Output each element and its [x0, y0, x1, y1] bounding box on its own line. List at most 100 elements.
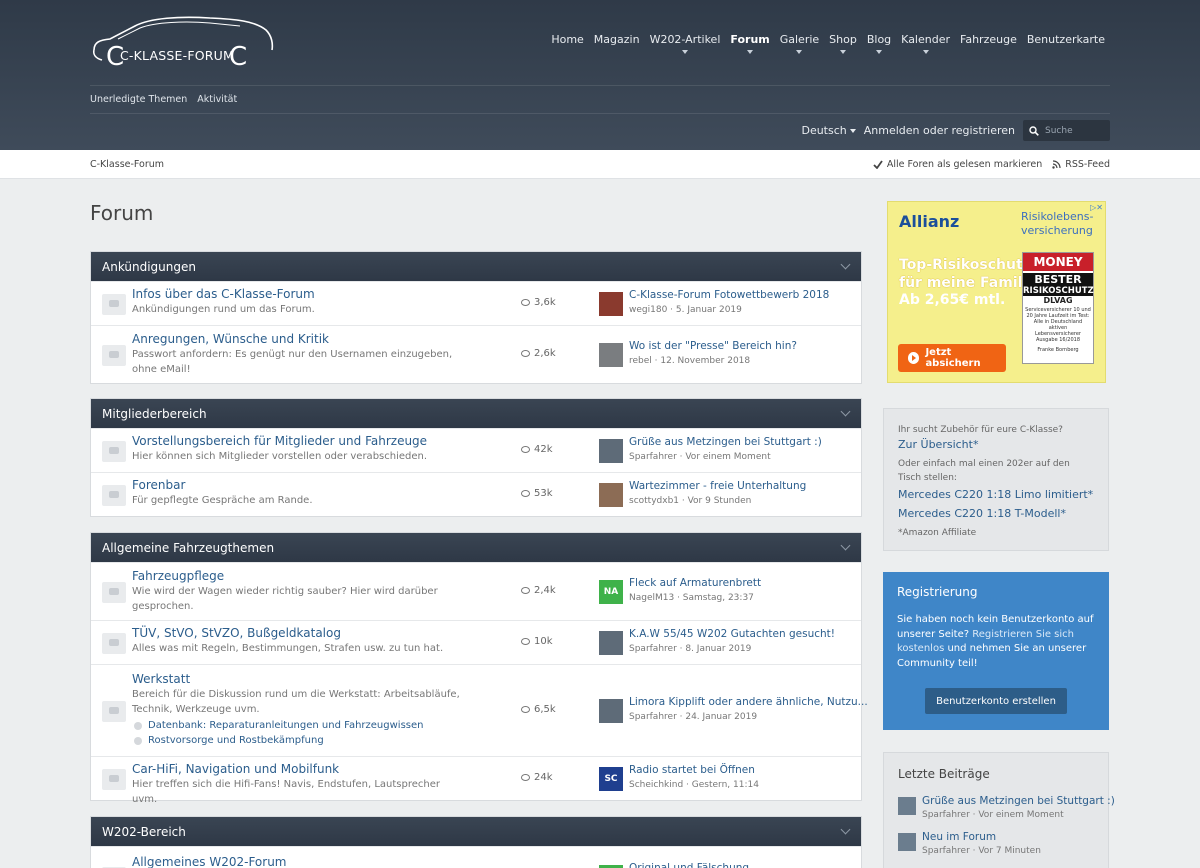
- allianz-ad-banner[interactable]: ▷✕ Allianz Risikolebens- versicherung To…: [887, 201, 1106, 383]
- chevron-down-icon[interactable]: [840, 824, 851, 835]
- category-title[interactable]: Allgemeine Fahrzeugthemen: [102, 541, 274, 555]
- avatar[interactable]: [599, 699, 623, 723]
- chevron-down-icon[interactable]: [796, 50, 803, 54]
- forum-title[interactable]: Car-HiFi, Navigation und Mobilfunk: [132, 762, 339, 776]
- seal-name: DLVAG: [1043, 296, 1073, 305]
- nav-item-kalender[interactable]: Kalender: [896, 33, 955, 54]
- forum-description: Hier können sich Mitglieder vorstellen o…: [132, 451, 428, 462]
- forum-title[interactable]: Forenbar: [132, 478, 185, 492]
- category-header[interactable]: Mitgliederbereich: [91, 399, 861, 428]
- nav-item-fahrzeuge[interactable]: Fahrzeuge: [955, 33, 1022, 54]
- chevron-down-icon[interactable]: [840, 406, 851, 417]
- post-count-value: 2,6k: [534, 348, 556, 359]
- forum-title[interactable]: Infos über das C-Klasse-Forum: [132, 287, 315, 301]
- chevron-down-icon[interactable]: [840, 540, 851, 551]
- login-link[interactable]: Anmelden oder registrieren: [864, 124, 1015, 137]
- subforum-link[interactable]: Rostvorsorge und Rostbekämpfung: [134, 735, 324, 746]
- nav-item-home[interactable]: Home: [546, 33, 588, 54]
- category-title[interactable]: Ankündigungen: [102, 260, 196, 274]
- category-block: W202-Bereich Allgemeines W202-Forum Origin…: [90, 816, 862, 868]
- post-count: 2,4k: [521, 585, 556, 596]
- chevron-down-icon[interactable]: [840, 259, 851, 270]
- last-post-title[interactable]: C-Klasse-Forum Fotowettbewerb 2018: [629, 289, 829, 301]
- forum-icon[interactable]: [102, 345, 126, 366]
- category-title[interactable]: W202-Bereich: [102, 825, 186, 839]
- avatar[interactable]: [599, 631, 623, 655]
- search-input[interactable]: Suche: [1023, 120, 1110, 141]
- forum-icon[interactable]: [102, 633, 126, 654]
- amazon-tmodell-link[interactable]: Mercedes C220 1:18 T-Modell*: [898, 506, 1094, 522]
- forum-title[interactable]: Allgemeines W202-Forum: [132, 855, 286, 868]
- subnav-unresolved-threads[interactable]: Unerledigte Themen: [90, 94, 187, 105]
- chevron-down-icon[interactable]: [876, 50, 882, 54]
- forum-description: Hier treffen sich die Hifi-Fans! Navis, …: [132, 779, 440, 805]
- forum-icon[interactable]: [102, 769, 126, 790]
- avatar[interactable]: SC: [599, 767, 623, 791]
- avatar[interactable]: [599, 439, 623, 463]
- nav-item-shop[interactable]: Shop: [824, 33, 862, 54]
- forum-icon[interactable]: [102, 294, 126, 315]
- create-account-button[interactable]: Benutzerkonto erstellen: [925, 688, 1067, 714]
- last-post-title[interactable]: Limora Kipplift oder andere ähnliche, Nu…: [629, 696, 868, 708]
- language-label: Deutsch: [801, 124, 847, 137]
- last-post-title[interactable]: Grüße aus Metzingen bei Stuttgart :): [629, 436, 822, 448]
- chevron-down-icon[interactable]: [840, 50, 846, 54]
- last-post-title[interactable]: K.A.W 55/45 W202 Gutachten gesucht!: [629, 628, 835, 640]
- forum-icon[interactable]: [102, 441, 126, 462]
- last-post-title[interactable]: Original und Fälschung: [629, 862, 749, 868]
- avatar[interactable]: [599, 343, 623, 367]
- category-header[interactable]: Ankündigungen: [91, 252, 861, 281]
- latest-post[interactable]: Grüße aus Metzingen bei Stuttgart :) Spa…: [898, 795, 1115, 831]
- seal-risk: RISIKOSCHUTZ: [1023, 286, 1094, 296]
- chevron-down-icon[interactable]: [922, 50, 929, 54]
- mark-all-read-link[interactable]: Alle Foren als gelesen markieren: [873, 159, 1042, 170]
- last-post-title[interactable]: Radio startet bei Öffnen: [629, 764, 755, 776]
- forum-title[interactable]: Fahrzeugpflege: [132, 569, 224, 583]
- chevron-down-icon[interactable]: [747, 50, 754, 54]
- avatar[interactable]: [599, 292, 623, 316]
- amazon-overview-link[interactable]: Zur Übersicht*: [898, 437, 1094, 453]
- avatar[interactable]: [599, 483, 623, 507]
- subnav-activity[interactable]: Aktivität: [197, 94, 237, 105]
- nav-item-galerie[interactable]: Galerie: [775, 33, 824, 54]
- latest-posts-title: Letzte Beiträge: [898, 767, 990, 781]
- nav-item-w202-artikel[interactable]: W202-Artikel: [645, 33, 726, 54]
- nav-item-magazin[interactable]: Magazin: [589, 33, 645, 54]
- forum-title[interactable]: Anregungen, Wünsche und Kritik: [132, 332, 329, 346]
- chevron-down-icon[interactable]: [681, 50, 688, 54]
- latest-post-title[interactable]: Grüße aus Metzingen bei Stuttgart :): [922, 795, 1115, 807]
- breadcrumb[interactable]: C-Klasse-Forum: [90, 159, 164, 170]
- language-selector[interactable]: Deutsch: [801, 124, 856, 137]
- post-count-value: 2,4k: [534, 585, 556, 596]
- nav-item-label: Home: [551, 33, 584, 46]
- last-post-title[interactable]: Wartezimmer - freie Unterhaltung: [629, 480, 806, 492]
- last-post-title[interactable]: Fleck auf Armaturenbrett: [629, 577, 761, 589]
- nav-item-forum[interactable]: Forum: [725, 33, 774, 54]
- forum-title[interactable]: Vorstellungsbereich für Mitglieder und F…: [132, 434, 427, 448]
- site-logo[interactable]: C C C-KLASSE-FORUM: [90, 12, 275, 72]
- amazon-limo-link[interactable]: Mercedes C220 1:18 Limo limitiert*: [898, 487, 1094, 503]
- ad-tagline: Risikolebens- versicherung: [1021, 210, 1093, 238]
- avatar[interactable]: NA: [599, 580, 623, 604]
- forum-description: Alles was mit Regeln, Bestimmungen, Stra…: [132, 643, 444, 654]
- latest-post-title[interactable]: Neu im Forum: [922, 831, 996, 843]
- last-post-title[interactable]: Wo ist der "Presse" Bereich hin?: [629, 340, 797, 352]
- last-post-meta: NagelM13 · Samstag, 23:37: [629, 593, 754, 603]
- category-header[interactable]: Allgemeine Fahrzeugthemen: [91, 533, 861, 562]
- comment-icon: [521, 587, 530, 594]
- nav-item-blog[interactable]: Blog: [862, 33, 896, 54]
- forum-title[interactable]: TÜV, StVO, StVZO, Bußgeldkatalog: [132, 626, 341, 640]
- forum-icon[interactable]: [102, 582, 126, 603]
- subforum-link[interactable]: Datenbank: Reparaturanleitungen und Fahr…: [134, 720, 423, 731]
- forum-icon[interactable]: [102, 701, 126, 722]
- registration-title: Registrierung: [897, 585, 978, 599]
- forum-icon[interactable]: [102, 485, 126, 506]
- category-title[interactable]: Mitgliederbereich: [102, 407, 207, 421]
- rss-feed-link[interactable]: RSS-Feed: [1052, 159, 1110, 170]
- avatar: [898, 797, 916, 815]
- latest-post[interactable]: Neu im Forum Sparfahrer · Vor 7 Minuten: [898, 831, 1094, 867]
- ad-cta-button[interactable]: Jetzt absichern: [898, 344, 1006, 372]
- forum-title[interactable]: Werkstatt: [132, 672, 190, 686]
- category-header[interactable]: W202-Bereich: [91, 817, 861, 846]
- nav-item-benutzerkarte[interactable]: Benutzerkarte: [1022, 33, 1110, 54]
